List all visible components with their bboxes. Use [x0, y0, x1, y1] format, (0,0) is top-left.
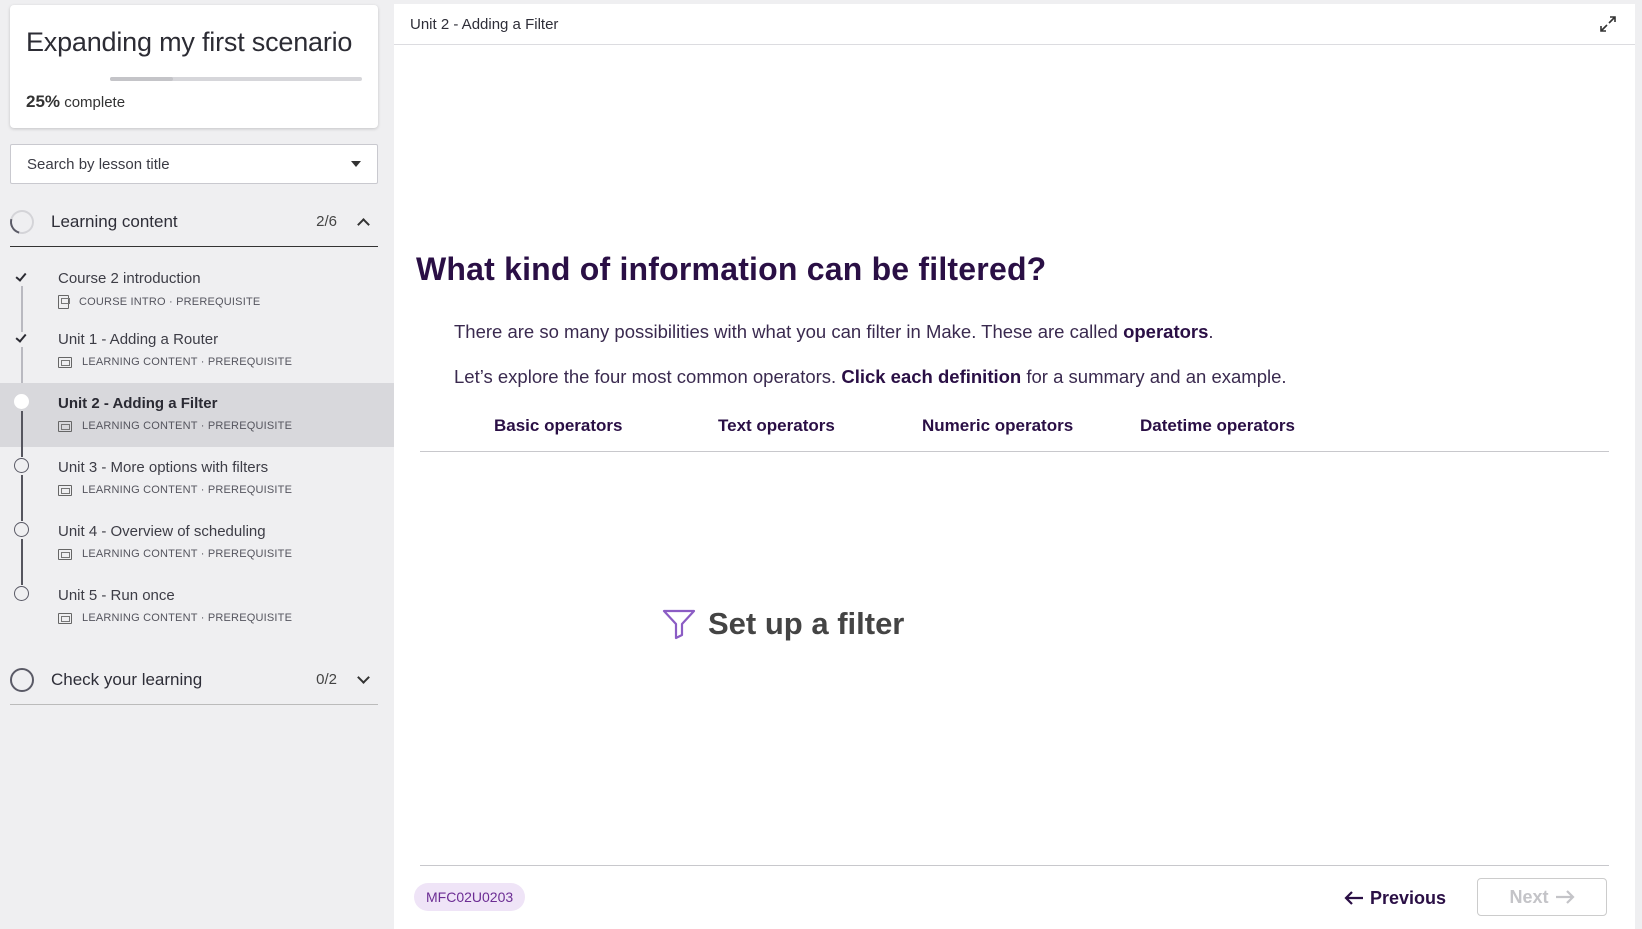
- progress-percent: 25%: [26, 92, 61, 111]
- lesson-meta: LEARNING CONTENT · PREREQUISITE: [58, 356, 292, 368]
- tab-numeric-operators[interactable]: Numeric operators: [922, 416, 1073, 436]
- intro-text: There are so many possibilities with wha…: [454, 321, 1124, 342]
- intro-paragraph: There are so many possibilities with wha…: [454, 321, 1214, 343]
- section-count: 0/2: [316, 671, 337, 688]
- course-progress-card: Expanding my first scenario 25% complete: [10, 5, 378, 128]
- instruction-bold: Click each definition: [841, 366, 1022, 387]
- intro-bold: operators: [1123, 321, 1209, 342]
- section-learning-content[interactable]: Learning content 2/6: [5, 197, 378, 247]
- incomplete-circle-icon: [14, 586, 29, 601]
- section-check-your-learning[interactable]: Check your learning 0/2: [10, 655, 378, 705]
- lesson-meta-text: LEARNING CONTENT · PREREQUISITE: [82, 356, 293, 368]
- previous-label: Previous: [1370, 887, 1447, 908]
- filter-illustration: Set up a filter: [662, 606, 904, 642]
- lesson-title: Unit 3 - More options with filters: [58, 459, 269, 476]
- lesson-meta-text: COURSE INTRO · PREREQUISITE: [79, 296, 261, 308]
- lesson-item-unit-4[interactable]: Unit 4 - Overview of scheduling LEARNING…: [0, 511, 394, 585]
- arrow-left-icon: [1344, 891, 1363, 905]
- lesson-item-unit-1[interactable]: Unit 1 - Adding a Router LEARNING CONTEN…: [0, 319, 394, 393]
- lesson-item-course-2-introduction[interactable]: Course 2 introduction COURSE INTRO · PRE…: [0, 258, 394, 332]
- tab-datetime-operators[interactable]: Datetime operators: [1140, 416, 1295, 436]
- lesson-search-select[interactable]: Search by lesson title: [10, 144, 378, 184]
- expand-fullscreen-icon[interactable]: [1599, 15, 1617, 33]
- lesson-topbar-title: Unit 2 - Adding a Filter: [410, 15, 559, 33]
- lesson-icon: [58, 420, 72, 432]
- lesson-meta-text: LEARNING CONTENT · PREREQUISITE: [82, 612, 293, 624]
- section-count: 2/6: [316, 213, 337, 230]
- previous-button[interactable]: Previous: [1344, 880, 1446, 916]
- lesson-meta-text: LEARNING CONTENT · PREREQUISITE: [82, 548, 293, 560]
- progress-ring-icon: [5, 205, 39, 238]
- filter-funnel-icon: [662, 609, 696, 640]
- tab-text-operators[interactable]: Text operators: [718, 416, 835, 436]
- lesson-icon: [58, 356, 72, 368]
- progress-bar: [110, 77, 362, 81]
- progress-suffix: complete: [64, 94, 126, 111]
- incomplete-circle-icon: [14, 522, 29, 537]
- lesson-content-panel: Unit 2 - Adding a Filter What kind of in…: [394, 4, 1635, 929]
- completed-check-icon: [14, 269, 29, 284]
- lesson-meta: LEARNING CONTENT · PREREQUISITE: [58, 484, 292, 496]
- lesson-meta-text: LEARNING CONTENT · PREREQUISITE: [82, 420, 293, 432]
- footer-divider: [420, 865, 1609, 866]
- lesson-meta: LEARNING CONTENT · PREREQUISITE: [58, 420, 292, 432]
- lesson-title: Unit 5 - Run once: [58, 587, 175, 604]
- lesson-heading: What kind of information can be filtered…: [416, 251, 1047, 287]
- lesson-title: Unit 2 - Adding a Filter: [58, 395, 218, 412]
- next-button[interactable]: Next: [1477, 878, 1607, 916]
- lesson-code-badge: MFC02U0203: [414, 883, 526, 911]
- course-title: Expanding my first scenario: [26, 27, 353, 57]
- search-placeholder: Search by lesson title: [27, 155, 170, 173]
- completed-check-icon: [14, 330, 29, 345]
- instruction-end: for a summary and an example.: [1021, 366, 1287, 387]
- progress-bar-fill: [110, 77, 173, 81]
- lesson-title: Unit 1 - Adding a Router: [58, 331, 219, 348]
- lesson-icon: [58, 612, 72, 624]
- incomplete-circle-icon: [14, 458, 29, 473]
- intro-end: .: [1208, 321, 1214, 342]
- lesson-title: Unit 4 - Overview of scheduling: [58, 523, 266, 540]
- lesson-meta: COURSE INTRO · PREREQUISITE: [58, 295, 260, 309]
- section-title: Learning content: [51, 211, 178, 231]
- caret-down-icon: [351, 161, 361, 167]
- next-label: Next: [1509, 886, 1549, 907]
- progress-ring-icon: [10, 667, 34, 692]
- instruction-text: Let’s explore the four most common opera…: [454, 366, 842, 387]
- lesson-list: Course 2 introduction COURSE INTRO · PRE…: [0, 258, 394, 639]
- instruction-paragraph: Let’s explore the four most common opera…: [454, 366, 1287, 388]
- progress-text: 25% complete: [26, 92, 125, 112]
- tab-basic-operators[interactable]: Basic operators: [494, 416, 623, 436]
- course-sidebar: Expanding my first scenario 25% complete…: [0, 0, 394, 929]
- lesson-meta-text: LEARNING CONTENT · PREREQUISITE: [82, 484, 293, 496]
- current-lesson-dot-icon: [14, 394, 29, 409]
- lesson-meta: LEARNING CONTENT · PREREQUISITE: [58, 548, 292, 560]
- document-icon: [58, 295, 70, 309]
- lesson-meta: LEARNING CONTENT · PREREQUISITE: [58, 612, 292, 624]
- operator-tabs: Basic operators Text operators Numeric o…: [420, 416, 1609, 452]
- lesson-item-unit-2[interactable]: Unit 2 - Adding a Filter LEARNING CONTEN…: [0, 383, 394, 457]
- section-title: Check your learning: [51, 669, 203, 689]
- lesson-item-unit-3[interactable]: Unit 3 - More options with filters LEARN…: [0, 447, 394, 521]
- arrow-right-icon: [1555, 890, 1575, 904]
- lesson-title: Course 2 introduction: [58, 270, 201, 287]
- lesson-topbar: Unit 2 - Adding a Filter: [394, 4, 1635, 45]
- lesson-icon: [58, 548, 72, 560]
- lesson-item-unit-5[interactable]: Unit 5 - Run once LEARNING CONTENT · PRE…: [0, 575, 394, 639]
- lesson-icon: [58, 484, 72, 496]
- chevron-up-icon[interactable]: [357, 218, 370, 231]
- chevron-down-icon[interactable]: [357, 671, 370, 684]
- filter-label: Set up a filter: [708, 606, 905, 641]
